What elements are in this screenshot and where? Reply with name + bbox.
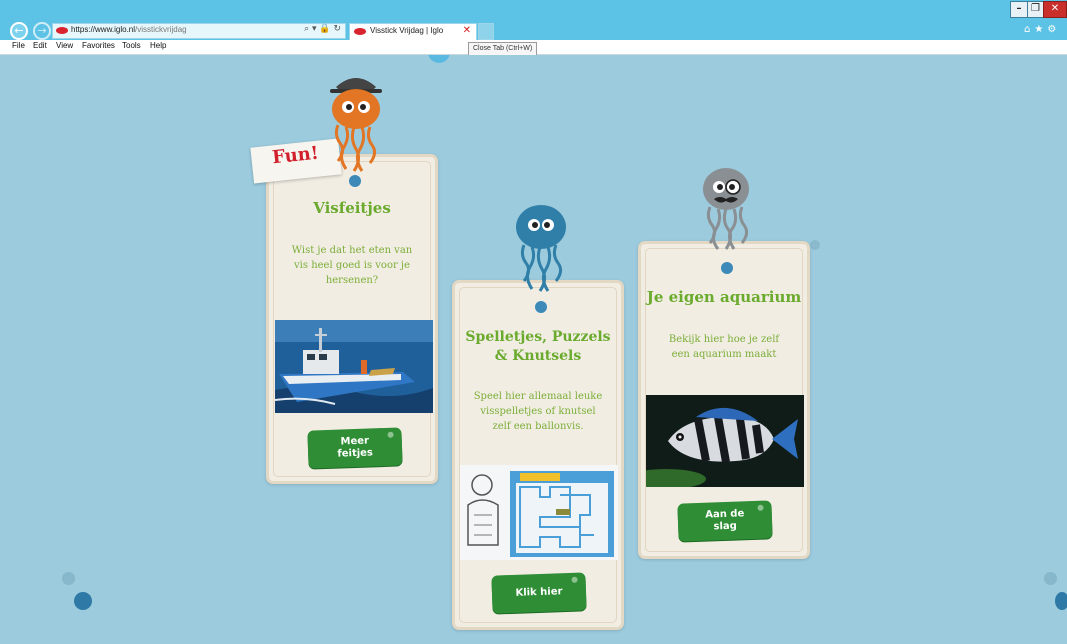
card-title: Visfeitjes xyxy=(313,199,391,217)
bubble-decoration xyxy=(62,572,75,585)
card-description: Speel hier allemaal leuke visspelletjes … xyxy=(473,391,603,432)
puzzle-sheet-image[interactable] xyxy=(460,465,618,560)
home-icon[interactable]: ⌂ xyxy=(1024,24,1034,35)
tab-title: Visstick Vrijdag | Iglo xyxy=(370,26,444,35)
close-tab-icon[interactable]: ✕ xyxy=(463,25,471,36)
arrow-right-icon: → xyxy=(37,24,47,37)
bubble-decoration xyxy=(1044,572,1057,585)
browser-titlebar: ← → https://www.iglo.nl/visstickvrijdag … xyxy=(0,0,1067,40)
restore-button[interactable]: ❐ xyxy=(1027,1,1044,18)
card-title: Je eigen aquarium xyxy=(646,288,802,306)
address-bar[interactable]: https://www.iglo.nl/visstickvrijdag ⌕ ▾ … xyxy=(52,23,346,39)
striped-fish-photo[interactable] xyxy=(646,395,804,487)
browser-toolbar-icons: ⌂★⚙ xyxy=(1024,24,1060,35)
bubble-decoration xyxy=(428,55,450,63)
new-tab-button[interactable] xyxy=(478,23,494,40)
gear-icon[interactable]: ⚙ xyxy=(1047,24,1060,35)
star-icon[interactable]: ★ xyxy=(1034,24,1047,35)
arrow-left-icon: ← xyxy=(14,24,24,37)
window-close-button[interactable]: ✕ xyxy=(1043,1,1067,18)
menu-tools[interactable]: Tools xyxy=(122,41,141,50)
page-content: Visfeitjes Wist je dat het eten van vis … xyxy=(0,55,1067,644)
orange-jellyfish-mascot xyxy=(326,69,386,185)
bubble-decoration xyxy=(810,240,820,250)
iglo-favicon-icon xyxy=(354,28,366,35)
card-spelletjes: Spelletjes, Puzzels & Knutsels Speel hie… xyxy=(452,280,624,630)
back-button[interactable]: ← xyxy=(10,22,28,40)
card-visfeitjes: Visfeitjes Wist je dat het eten van vis … xyxy=(266,154,438,484)
card-description: Wist je dat het eten van vis heel goed i… xyxy=(291,245,413,286)
forward-button[interactable]: → xyxy=(33,22,51,40)
minimize-button[interactable]: – xyxy=(1010,1,1028,18)
grey-jellyfish-mascot xyxy=(700,165,752,265)
iglo-favicon-icon xyxy=(56,27,68,34)
menu-favorites[interactable]: Favorites xyxy=(82,41,115,50)
klik-hier-button[interactable]: Klik hier xyxy=(491,572,587,614)
bubble-decoration xyxy=(74,592,92,610)
address-bar-icons[interactable]: ⌕ ▾ 🔒 ↻ xyxy=(304,24,341,34)
menu-help[interactable]: Help xyxy=(150,41,166,50)
close-tab-tooltip: Close Tab (Ctrl+W) xyxy=(468,42,538,56)
fishing-boat-photo[interactable] xyxy=(275,320,433,413)
meer-feitjes-button[interactable]: Meer feitjes xyxy=(307,427,403,469)
aan-de-slag-button[interactable]: Aan de slag xyxy=(677,500,773,542)
menu-edit[interactable]: Edit xyxy=(33,41,47,50)
card-aquarium: Je eigen aquarium Bekijk hier hoe je zel… xyxy=(638,241,810,559)
menu-file[interactable]: File xyxy=(12,41,25,50)
blue-jellyfish-mascot xyxy=(514,203,568,307)
menu-view[interactable]: View xyxy=(56,41,73,50)
tab-visstick-vrijdag[interactable]: Visstick Vrijdag | Iglo ✕ xyxy=(349,23,477,40)
card-title: Spelletjes, Puzzels & Knutsels xyxy=(465,329,611,364)
address-url[interactable]: https://www.iglo.nl/visstickvrijdag xyxy=(71,25,187,34)
card-description: Bekijk hier hoe je zelf een aquarium maa… xyxy=(668,334,780,360)
bubble-decoration xyxy=(1055,592,1067,610)
